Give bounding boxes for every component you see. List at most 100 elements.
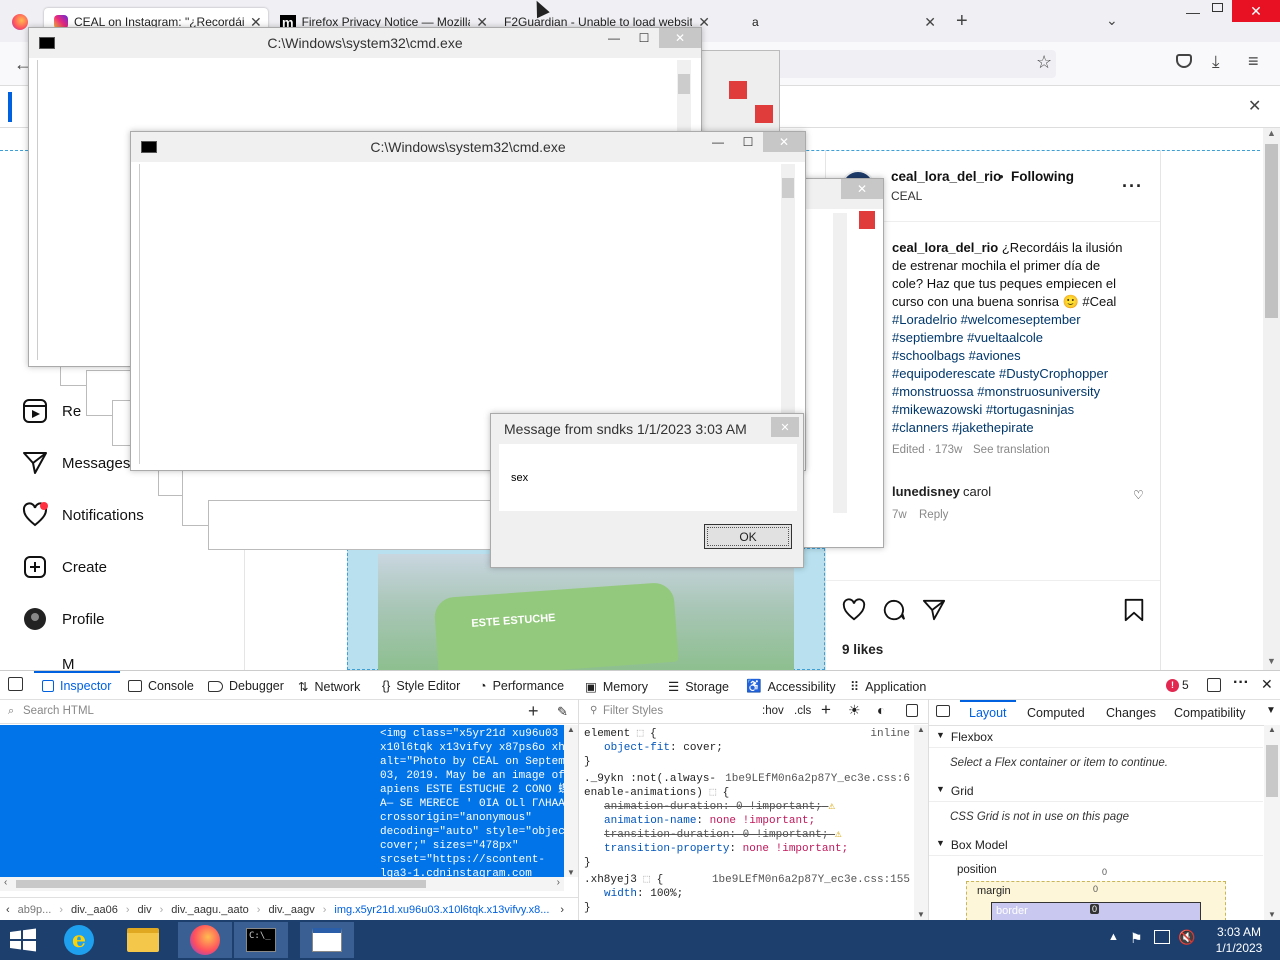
maximize-icon[interactable]: ☐ — [733, 132, 763, 152]
tab-debugger[interactable]: Debugger — [208, 679, 284, 693]
close-notification-icon[interactable]: ✕ — [1248, 96, 1261, 116]
tab-network[interactable]: ⇅ Network — [298, 679, 360, 695]
hscroll-thumb[interactable] — [16, 880, 426, 888]
tab-performance[interactable]: ◔ Performance — [479, 679, 564, 693]
cmd-titlebar[interactable]: ✕ — [797, 179, 883, 209]
error-count[interactable]: 5 — [1182, 678, 1189, 692]
close-icon[interactable]: ✕ — [771, 417, 799, 437]
scroll-down-icon[interactable]: ▼ — [1264, 910, 1280, 919]
new-tab-plus-icon[interactable]: + — [956, 10, 968, 33]
overridden-property[interactable]: transition-duration: 0 !important; — [604, 829, 828, 841]
comment-like-heart-icon[interactable]: ♡ — [1133, 488, 1144, 502]
dark-theme-contrast-icon[interactable]: ◐ — [877, 702, 885, 718]
minimize-icon[interactable]: — — [599, 28, 629, 48]
hashtag-line[interactable]: #clanners #jakethepirate — [892, 420, 1034, 435]
grid-section-header[interactable]: ▼ Grid — [936, 784, 974, 798]
html-vscroll[interactable]: ▲ ▼ — [564, 725, 578, 877]
rule-source[interactable]: inline — [870, 727, 910, 741]
cmd-taskbar-icon[interactable]: C:\_ — [234, 922, 288, 958]
more-options-icon[interactable]: ··· — [1122, 176, 1143, 197]
post-image[interactable]: ESTE ESTUCHE — [378, 554, 794, 679]
following-button[interactable]: Following — [1011, 169, 1074, 184]
tab-computed[interactable]: Computed — [1027, 706, 1085, 720]
cls-toggle[interactable]: .cls — [794, 705, 811, 717]
likes-count[interactable]: 9 likes — [842, 642, 883, 657]
scroll-thumb[interactable] — [1266, 745, 1278, 797]
scroll-right-icon[interactable]: › — [557, 877, 560, 888]
action-center-flag-icon[interactable]: ⚑ — [1130, 930, 1143, 947]
selected-node[interactable]: <img class="x5yr21d xu96u03 x10l6tqk x13… — [0, 725, 564, 880]
rule-source[interactable]: 1be9LEfM0n6a2p87Y_ec3e.css:155 — [712, 873, 910, 887]
menu-hamburger-icon[interactable]: ≡ — [1248, 51, 1259, 72]
hashtag-line[interactable]: #schoolbags #aviones — [892, 348, 1021, 363]
overridden-property[interactable]: animation-duration: 0 !important; — [604, 801, 822, 813]
scroll-up-icon[interactable]: ▲ — [564, 725, 578, 734]
network-icon[interactable] — [1154, 930, 1170, 944]
cmd-scrollbar[interactable] — [833, 213, 847, 513]
pocket-icon[interactable] — [1176, 54, 1192, 68]
html-hscroll[interactable]: ‹ › — [0, 877, 564, 891]
tab-storage[interactable]: ☰ Storage — [668, 679, 729, 695]
rule-selector[interactable]: .xh8yej3 — [584, 874, 637, 886]
breadcrumb-item[interactable]: div._aa06 — [71, 904, 118, 916]
light-theme-sun-icon[interactable]: ☀ — [848, 702, 861, 719]
comment-bubble-icon[interactable] — [882, 598, 906, 625]
box-model-margin-value[interactable]: 0 — [1093, 884, 1098, 894]
sidebar-item-create[interactable]: Create — [22, 554, 107, 580]
more-options-icon[interactable]: ··· — [1233, 674, 1249, 692]
rule-value[interactable]: 100%; — [650, 888, 683, 900]
breadcrumb-item[interactable]: ab9p... — [18, 904, 52, 916]
scroll-up-icon[interactable]: ▲ — [914, 725, 928, 734]
volume-muted-icon[interactable]: 🔇 — [1178, 929, 1195, 946]
box-model-position-value[interactable]: 0 — [1102, 867, 1107, 877]
rule-selector[interactable]: enable-animations) — [584, 787, 703, 799]
hov-toggle[interactable]: :hov — [762, 705, 784, 717]
tab-inspector[interactable]: Inspector — [42, 679, 111, 693]
breadcrumb-item[interactable]: img.x5yr21d.xu96u03.x10l6tqk.x13vifvy.x8… — [334, 904, 552, 916]
like-heart-icon[interactable] — [842, 598, 866, 625]
rule-selector[interactable]: element — [584, 728, 630, 740]
cmd-titlebar[interactable]: C:\Windows\system32\cmd.exe — ☐ ✕ — [131, 132, 805, 162]
page-scrollbar-down-icon[interactable]: ▼ — [1263, 656, 1280, 670]
caption-username[interactable]: ceal_lora_del_rio — [892, 240, 998, 255]
rule-source[interactable]: 1be9LEfM0n6a2p87Y_ec3e.css:6 — [725, 772, 910, 786]
tab-list-chevron-icon[interactable]: ⌄ — [1106, 12, 1118, 29]
add-node-plus-icon[interactable]: + — [528, 701, 539, 722]
cmd-window-right[interactable]: ✕ — [796, 178, 884, 548]
sidebar-item-messages[interactable]: Messages — [22, 450, 130, 476]
tab-changes[interactable]: Changes — [1106, 706, 1156, 720]
save-bookmark-icon[interactable] — [1122, 598, 1146, 625]
post-username[interactable]: ceal_lora_del_rio — [891, 169, 1001, 184]
rule-selector[interactable]: ._9ykn :not(.always- — [584, 773, 716, 785]
close-icon[interactable]: ✕ — [659, 28, 701, 48]
comment-username[interactable]: lunedisney — [892, 484, 960, 499]
page-scrollbar-thumb[interactable] — [1265, 144, 1278, 318]
tab-layout[interactable]: Layout — [969, 706, 1007, 720]
tab-a[interactable]: a ✕ — [740, 8, 936, 36]
page-scrollbar[interactable]: ▲ ▼ — [1263, 128, 1280, 670]
close-tab-icon[interactable]: ✕ — [924, 14, 936, 31]
message-dialog[interactable]: Message from sndks 1/1/2023 3:03 AM ✕ se… — [490, 413, 804, 568]
close-icon[interactable]: ✕ — [763, 132, 805, 152]
breadcrumb-forward-icon[interactable]: › — [560, 904, 564, 916]
hashtag-line[interactable]: #mikewazowski #tortugasninjas — [892, 402, 1074, 417]
scroll-thumb[interactable] — [782, 178, 794, 198]
scroll-up-icon[interactable]: ▲ — [1264, 725, 1280, 734]
box-model-section-header[interactable]: ▼ Box Model — [936, 838, 1008, 852]
rule-property[interactable]: object-fit — [604, 742, 670, 754]
layout-vscroll[interactable]: ▲ ▼ — [1264, 725, 1280, 921]
dock-side-icon[interactable] — [1207, 678, 1221, 692]
add-rule-plus-icon[interactable]: + — [821, 700, 831, 720]
hashtag-line[interactable]: #septiembre #vueltaalcole — [892, 330, 1043, 345]
rule-value[interactable]: none !important; — [710, 815, 816, 827]
internet-explorer-icon[interactable]: e — [52, 922, 106, 958]
box-model-border-value[interactable]: 0 — [1090, 904, 1100, 914]
show-hidden-icons-chevron-icon[interactable]: ▲ — [1108, 931, 1119, 943]
tabs-overflow-chevron-icon[interactable]: ▼ — [1266, 705, 1276, 716]
print-media-icon[interactable] — [906, 704, 918, 717]
tab-compatibility[interactable]: Compatibility — [1174, 706, 1246, 720]
tab-accessibility[interactable]: ♿ Accessibility — [746, 679, 836, 694]
close-devtools-icon[interactable]: ✕ — [1261, 676, 1273, 693]
error-icon[interactable]: ! — [1166, 679, 1179, 692]
breadcrumb-back-icon[interactable]: ‹ — [6, 904, 10, 916]
